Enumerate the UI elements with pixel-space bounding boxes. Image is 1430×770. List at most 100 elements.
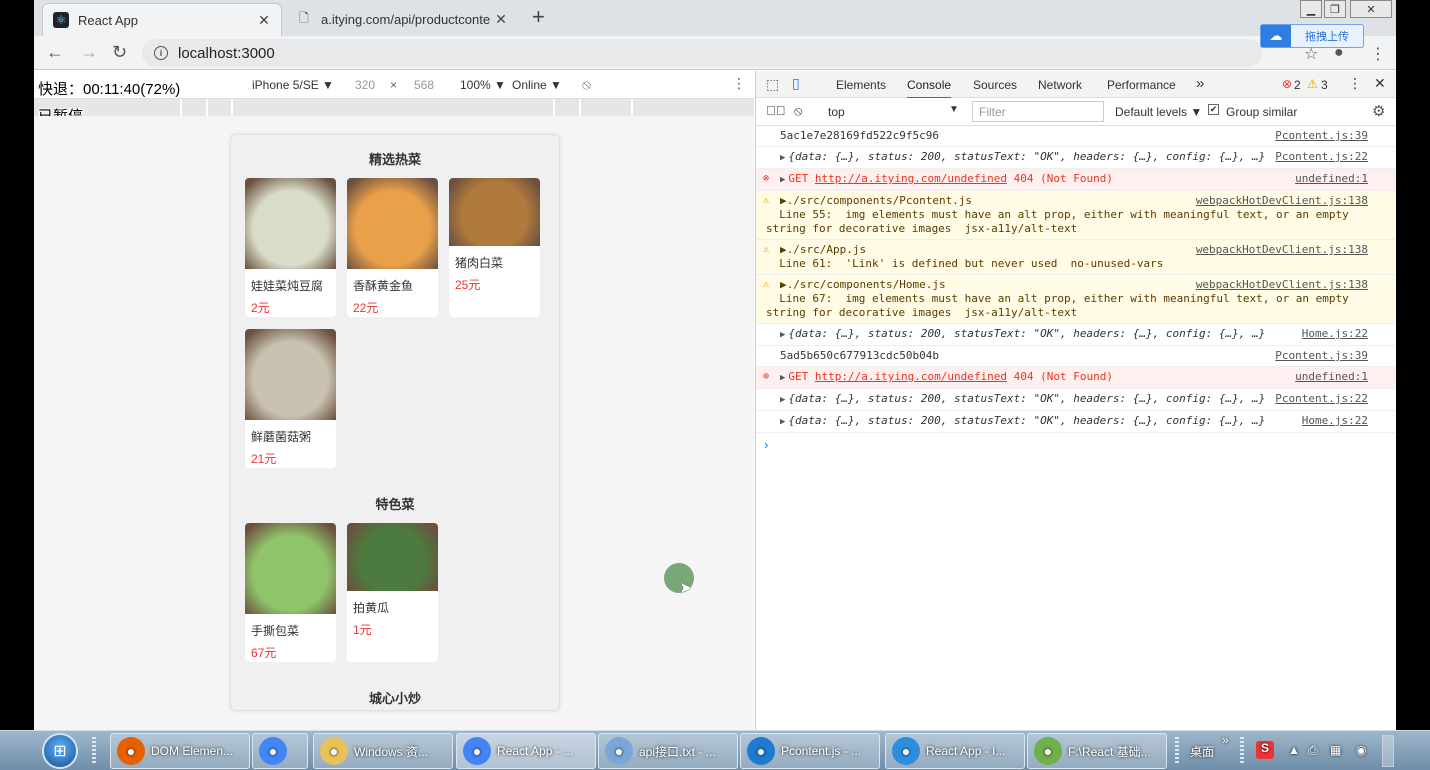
console-message[interactable]: ⊗ ▶ GET http://a.itying.com/undefined 404 … <box>756 169 1396 191</box>
console-message[interactable]: ⚠ ▶./src/App.js Line 61: 'Link' is define… <box>756 240 1396 275</box>
tab-sources[interactable]: Sources <box>973 78 1017 92</box>
source-link[interactable]: Pcontent.js:22 <box>1275 150 1368 164</box>
request-url-link[interactable]: http://a.itying.com/undefined <box>815 370 1007 383</box>
taskbar-button[interactable]: ● F:\React 基础... <box>1027 733 1167 769</box>
sogou-icon[interactable]: S <box>1256 741 1274 759</box>
console-message[interactable]: 5ac1e7e28169fd522c9f5c96 Pcontent.js:39 <box>756 126 1396 147</box>
close-tab-icon[interactable]: ✕ <box>257 12 271 29</box>
chat-icon[interactable]: ◉ <box>1356 743 1366 757</box>
tab-performance[interactable]: Performance <box>1107 78 1176 92</box>
taskbar-button[interactable]: ● Windows 资... <box>313 733 453 769</box>
menu-icon[interactable]: ⋮ <box>1370 44 1386 64</box>
expand-icon[interactable]: ▶ <box>780 153 785 163</box>
restore-button[interactable]: ❐ <box>1324 0 1346 18</box>
taskbar-button[interactable]: ● api接口.txt - ... <box>598 733 738 769</box>
console-message[interactable]: 5ad5b650c677913cdc50b04b Pcontent.js:39 <box>756 346 1396 367</box>
start-button[interactable]: ⊞ <box>42 733 78 769</box>
dish-card[interactable]: 手撕包菜 67元 <box>245 523 336 662</box>
desktop-toolbar-label[interactable]: 桌面 <box>1190 743 1214 760</box>
tab-network[interactable]: Network <box>1038 78 1082 92</box>
context-dropdown-icon[interactable]: ▼ <box>949 104 959 115</box>
source-link[interactable]: undefined:1 <box>1295 172 1368 186</box>
expand-icon[interactable]: ▶ <box>780 175 785 185</box>
dish-card[interactable]: 猪肉白菜 25元 <box>449 178 540 317</box>
address-bar[interactable]: i localhost:3000 <box>142 39 1262 67</box>
expand-icon[interactable]: ▶ <box>780 373 785 383</box>
info-icon[interactable]: i <box>154 46 168 60</box>
dish-card[interactable]: 香酥黄金鱼 22元 <box>347 178 438 317</box>
media-query-bar[interactable] <box>34 99 754 116</box>
dish-image[interactable] <box>347 178 438 269</box>
console-message[interactable]: ▶ {data: {…}, status: 200, statusText: "O… <box>756 411 1396 433</box>
source-link[interactable]: Pcontent.js:39 <box>1275 349 1368 363</box>
console-message[interactable]: ⚠ ▶./src/components/Pcontent.js Line 55: … <box>756 191 1396 240</box>
request-url-link[interactable]: http://a.itying.com/undefined <box>815 172 1007 185</box>
dish-image[interactable] <box>449 178 540 246</box>
group-similar-checkbox[interactable]: ✔ <box>1208 104 1219 115</box>
tab-react-app[interactable]: ⚛ React App ✕ <box>42 3 282 36</box>
sidebar-toggle-icon[interactable]: ▸⃞ <box>766 103 786 118</box>
taskbar-button[interactable]: ● React App - I... <box>885 733 1025 769</box>
close-window-button[interactable]: ✕ <box>1350 0 1392 18</box>
dish-card[interactable]: 拍黄瓜 1元 <box>347 523 438 662</box>
show-desktop-button[interactable] <box>1382 735 1394 767</box>
taskbar-button[interactable]: ● <box>252 733 308 769</box>
close-devtools-icon[interactable]: ✕ <box>1374 75 1386 92</box>
dish-card[interactable]: 娃娃菜炖豆腐 2元 <box>245 178 336 317</box>
minimize-button[interactable]: ▁ <box>1300 0 1322 18</box>
dish-card[interactable]: 鲜蘑菌菇粥 21元 <box>245 329 336 468</box>
settings-gear-icon[interactable]: ⚙ <box>1372 102 1385 120</box>
profile-icon[interactable]: ● <box>1334 44 1344 62</box>
taskbar-button[interactable]: ● DOM Elemen... <box>110 733 250 769</box>
expand-icon[interactable]: ▶ <box>780 395 785 405</box>
more-tabs[interactable]: » <box>1196 75 1204 92</box>
star-icon[interactable]: ☆ <box>1304 44 1318 64</box>
taskbar-button[interactable]: ● React App - ... <box>456 733 596 769</box>
network-select[interactable]: Online ▼ <box>512 78 562 92</box>
tray-expand-icon[interactable]: ▲ <box>1288 743 1300 757</box>
new-tab-button[interactable]: + <box>532 4 545 30</box>
taskbar-button[interactable]: ● Pcontent.js - ... <box>740 733 880 769</box>
width-input[interactable]: 320 <box>355 78 375 92</box>
tab-console[interactable]: Console <box>907 78 952 99</box>
console-prompt[interactable]: › <box>756 433 1396 456</box>
clear-console-icon[interactable]: ⦸ <box>794 103 802 119</box>
zoom-select[interactable]: 100% ▼ <box>460 78 506 92</box>
dish-image[interactable] <box>245 523 336 614</box>
console-message[interactable]: ⚠ ▶./src/components/Home.js Line 67: img … <box>756 275 1396 324</box>
rotate-icon[interactable]: ⦸ <box>582 76 591 93</box>
tab-elements[interactable]: Elements <box>836 78 886 92</box>
network-icon[interactable]: ▦ <box>1330 743 1341 757</box>
expand-icon[interactable]: ▶ <box>780 417 785 427</box>
more-icon[interactable]: ⋮ <box>732 75 746 92</box>
reload-icon[interactable]: ↻ <box>112 42 127 63</box>
dish-image[interactable] <box>347 523 438 591</box>
height-input[interactable]: 568 <box>414 78 434 92</box>
context-select[interactable]: top <box>828 105 845 119</box>
tab-api[interactable]: 🗋 a.itying.com/api/productconte ✕ <box>286 3 518 36</box>
source-link[interactable]: undefined:1 <box>1295 370 1368 384</box>
source-link[interactable]: Home.js:22 <box>1302 414 1368 428</box>
source-link[interactable]: Pcontent.js:22 <box>1275 392 1368 406</box>
console-message[interactable]: ▶ {data: {…}, status: 200, statusText: "O… <box>756 324 1396 346</box>
source-link[interactable]: Pcontent.js:39 <box>1275 129 1368 143</box>
expand-toolbar-icon[interactable]: » <box>1222 733 1229 747</box>
device-mode-icon[interactable]: ▯ <box>792 75 800 92</box>
filter-input[interactable]: Filter <box>972 101 1104 122</box>
forward-icon[interactable]: → <box>80 42 98 63</box>
console-message[interactable]: ⊗ ▶ GET http://a.itying.com/undefined 404 … <box>756 367 1396 389</box>
expand-icon[interactable]: ▶ <box>780 330 785 340</box>
inspect-icon[interactable]: ⬚ <box>766 76 779 93</box>
console-message[interactable]: ▶ {data: {…}, status: 200, statusText: "O… <box>756 389 1396 411</box>
source-link[interactable]: webpackHotDevClient.js:138 <box>1196 278 1368 292</box>
source-link[interactable]: webpackHotDevClient.js:138 <box>1196 194 1368 208</box>
console-message[interactable]: ▶ {data: {…}, status: 200, statusText: "O… <box>756 147 1396 169</box>
devtools-menu-icon[interactable]: ⋮ <box>1348 75 1362 92</box>
dish-image[interactable] <box>245 329 336 420</box>
levels-select[interactable]: Default levels ▼ <box>1115 105 1202 119</box>
back-icon[interactable]: ← <box>46 42 64 63</box>
device-select[interactable]: iPhone 5/SE ▼ <box>252 78 334 92</box>
tray-app-icon[interactable]: ⎙ <box>1308 743 1318 758</box>
dish-image[interactable] <box>245 178 336 269</box>
source-link[interactable]: webpackHotDevClient.js:138 <box>1196 243 1368 257</box>
